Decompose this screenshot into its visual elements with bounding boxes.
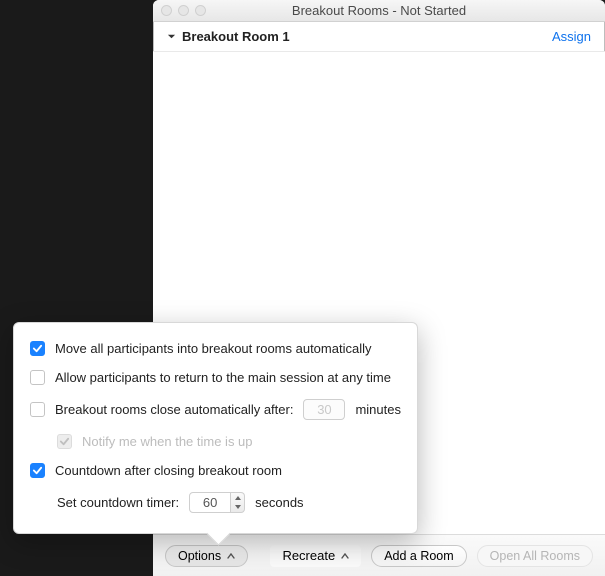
- countdown-seconds-input[interactable]: [189, 492, 231, 513]
- option-countdown[interactable]: Countdown after closing breakout room: [30, 463, 401, 478]
- chevron-up-icon: [227, 553, 235, 559]
- option-label: Countdown after closing breakout room: [55, 463, 282, 478]
- room-name: Breakout Room 1: [182, 29, 290, 44]
- window-controls: [153, 5, 206, 16]
- chevron-up-icon: [341, 553, 349, 559]
- minimize-window-icon[interactable]: [178, 5, 189, 16]
- option-allow-return[interactable]: Allow participants to return to the main…: [30, 370, 401, 385]
- countdown-seconds-stepper[interactable]: [189, 492, 245, 513]
- option-label: Notify me when the time is up: [82, 434, 253, 449]
- checkbox-checked-icon[interactable]: [30, 341, 45, 356]
- open-all-rooms-button: Open All Rooms: [477, 545, 593, 567]
- option-label: Set countdown timer:: [57, 495, 179, 510]
- options-popover: Move all participants into breakout room…: [13, 322, 418, 534]
- options-button[interactable]: Options: [165, 545, 248, 567]
- option-auto-close[interactable]: Breakout rooms close automatically after…: [30, 399, 401, 420]
- stepper-down-icon[interactable]: [231, 503, 244, 513]
- option-label: Move all participants into breakout room…: [55, 341, 371, 356]
- add-room-button[interactable]: Add a Room: [371, 545, 466, 567]
- options-button-label: Options: [178, 549, 221, 563]
- close-window-icon[interactable]: [161, 5, 172, 16]
- checkbox-disabled-checked-icon: [57, 434, 72, 449]
- option-label: Breakout rooms close automatically after…: [55, 402, 293, 417]
- add-room-button-label: Add a Room: [384, 549, 453, 563]
- maximize-window-icon[interactable]: [195, 5, 206, 16]
- option-notify-time-up: Notify me when the time is up: [30, 434, 401, 449]
- window-titlebar: Breakout Rooms - Not Started: [153, 0, 605, 22]
- option-label: Allow participants to return to the main…: [55, 370, 391, 385]
- stepper-buttons[interactable]: [231, 492, 245, 513]
- checkbox-unchecked-icon[interactable]: [30, 402, 45, 417]
- assign-link[interactable]: Assign: [552, 29, 591, 44]
- option-label-suffix: seconds: [255, 495, 303, 510]
- checkbox-checked-icon[interactable]: [30, 463, 45, 478]
- open-all-rooms-button-label: Open All Rooms: [490, 549, 580, 563]
- recreate-button[interactable]: Recreate: [270, 545, 361, 567]
- auto-close-minutes-input[interactable]: [303, 399, 345, 420]
- stepper-up-icon[interactable]: [231, 493, 244, 503]
- checkbox-unchecked-icon[interactable]: [30, 370, 45, 385]
- disclosure-triangle-icon[interactable]: [167, 32, 176, 41]
- room-header: Breakout Room 1 Assign: [153, 22, 605, 52]
- option-label-suffix: minutes: [355, 402, 401, 417]
- window-title: Breakout Rooms - Not Started: [153, 3, 605, 18]
- option-move-automatically[interactable]: Move all participants into breakout room…: [30, 341, 401, 356]
- recreate-button-label: Recreate: [282, 548, 335, 563]
- option-countdown-timer: Set countdown timer: seconds: [30, 492, 401, 513]
